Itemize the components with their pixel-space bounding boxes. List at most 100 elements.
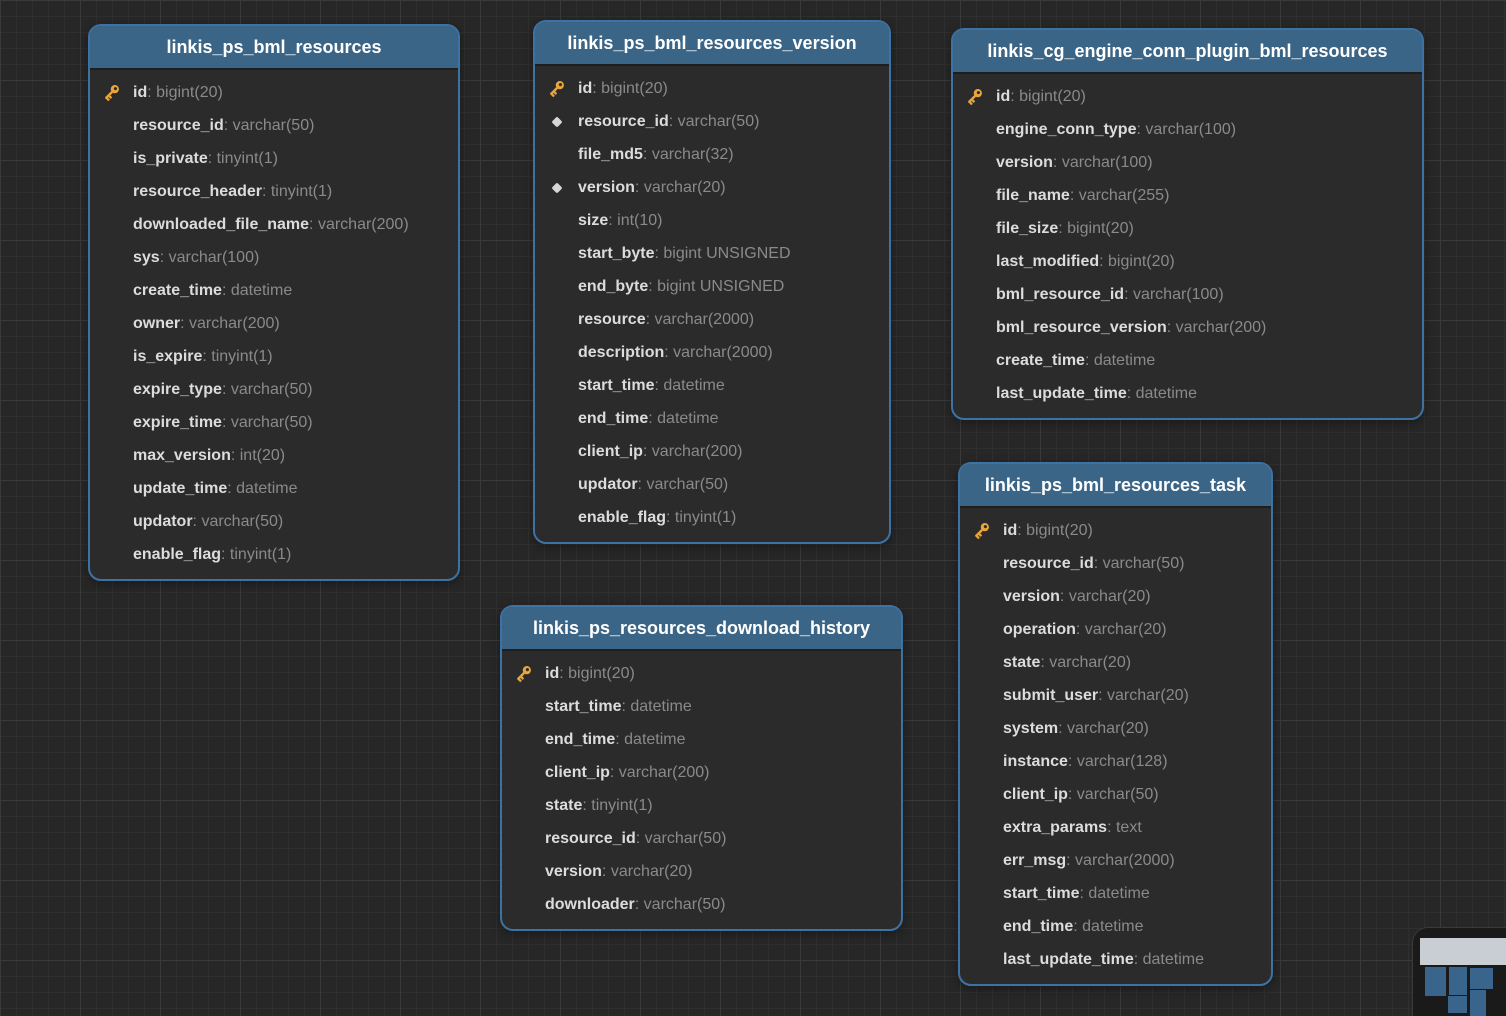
field-row-start_time[interactable]: start_time: datetime (960, 877, 1271, 910)
field-row-state[interactable]: state: varchar(20) (960, 646, 1271, 679)
field-row-operation[interactable]: operation: varchar(20) (960, 613, 1271, 646)
table-node-linkis_ps_resources_download_history[interactable]: linkis_ps_resources_download_history id: … (500, 605, 903, 931)
field-row-file_size[interactable]: file_size: bigint(20) (953, 212, 1422, 245)
diagram-canvas[interactable]: linkis_ps_bml_resourcesid: bigint(20)res… (0, 0, 1506, 1016)
field-type: : int(20) (231, 447, 285, 465)
field-name: end_time (545, 731, 615, 749)
field-row-downloaded_file_name[interactable]: downloaded_file_name: varchar(200) (90, 208, 458, 241)
field-row-id[interactable]: id: bigint(20) (502, 657, 901, 690)
field-row-id[interactable]: id: bigint(20) (535, 72, 889, 105)
field-row-instance[interactable]: instance: varchar(128) (960, 745, 1271, 778)
field-name: end_time (1003, 918, 1073, 936)
field-row-resource_id[interactable]: resource_id: varchar(50) (960, 547, 1271, 580)
field-row-max_version[interactable]: max_version: int(20) (90, 439, 458, 472)
field-row-client_ip[interactable]: client_ip: varchar(50) (960, 778, 1271, 811)
primary-key-icon (512, 663, 534, 685)
field-type: : varchar(20) (1098, 687, 1189, 705)
table-node-linkis_ps_bml_resources[interactable]: linkis_ps_bml_resourcesid: bigint(20)res… (88, 24, 460, 581)
field-row-updator[interactable]: updator: varchar(50) (90, 505, 458, 538)
field-type: : varchar(50) (222, 414, 313, 432)
field-row-resource_header[interactable]: resource_header: tinyint(1) (90, 175, 458, 208)
field-row-client_ip[interactable]: client_ip: varchar(200) (535, 435, 889, 468)
field-name: client_ip (578, 443, 643, 461)
table-node-linkis_cg_engine_conn_plugin_bml_resources[interactable]: linkis_cg_engine_conn_plugin_bml_resourc… (951, 28, 1424, 420)
field-row-end_time[interactable]: end_time: datetime (535, 402, 889, 435)
field-row-is_expire[interactable]: is_expire: tinyint(1) (90, 340, 458, 373)
field-name: downloader (545, 896, 635, 914)
field-row-expire_type[interactable]: expire_type: varchar(50) (90, 373, 458, 406)
field-name: start_time (545, 698, 621, 716)
field-row-create_time[interactable]: create_time: datetime (953, 344, 1422, 377)
field-row-version[interactable]: version: varchar(20) (960, 580, 1271, 613)
field-row-last_update_time[interactable]: last_update_time: datetime (953, 377, 1422, 410)
field-row-description[interactable]: description: varchar(2000) (535, 336, 889, 369)
field-row-resource_id[interactable]: resource_id: varchar(50) (90, 109, 458, 142)
field-row-client_ip[interactable]: client_ip: varchar(200) (502, 756, 901, 789)
field-row-bml_resource_id[interactable]: bml_resource_id: varchar(100) (953, 278, 1422, 311)
table-node-linkis_ps_bml_resources_task[interactable]: linkis_ps_bml_resources_task id: bigint(2… (958, 462, 1273, 986)
field-name: file_name (996, 187, 1070, 205)
field-row-file_name[interactable]: file_name: varchar(255) (953, 179, 1422, 212)
field-row-state[interactable]: state: tinyint(1) (502, 789, 901, 822)
table-node-linkis_ps_bml_resources_version[interactable]: linkis_ps_bml_resources_version id: bigin… (533, 20, 891, 544)
field-type: : varchar(50) (224, 117, 315, 135)
field-row-end_byte[interactable]: end_byte: bigint UNSIGNED (535, 270, 889, 303)
field-row-version[interactable]: version: varchar(20) (502, 855, 901, 888)
field-row-err_msg[interactable]: err_msg: varchar(2000) (960, 844, 1271, 877)
table-title[interactable]: linkis_ps_bml_resources (90, 26, 458, 70)
field-row-size[interactable]: size: int(10) (535, 204, 889, 237)
field-row-bml_resource_version[interactable]: bml_resource_version: varchar(200) (953, 311, 1422, 344)
field-row-engine_conn_type[interactable]: engine_conn_type: varchar(100) (953, 113, 1422, 146)
field-row-version[interactable]: version: varchar(100) (953, 146, 1422, 179)
field-name: start_time (578, 377, 654, 395)
field-row-enable_flag[interactable]: enable_flag: tinyint(1) (535, 501, 889, 534)
field-row-id[interactable]: id: bigint(20) (90, 76, 458, 109)
field-row-id[interactable]: id: bigint(20) (960, 514, 1271, 547)
field-row-last_update_time[interactable]: last_update_time: datetime (960, 943, 1271, 976)
field-name: start_time (1003, 885, 1079, 903)
table-title[interactable]: linkis_ps_bml_resources_task (960, 464, 1271, 508)
field-type: : varchar(50) (638, 476, 729, 494)
field-row-last_modified[interactable]: last_modified: bigint(20) (953, 245, 1422, 278)
minimap-viewport[interactable] (1420, 938, 1506, 965)
field-row-expire_time[interactable]: expire_time: varchar(50) (90, 406, 458, 439)
index-diamond-icon (550, 181, 564, 195)
field-row-start_time[interactable]: start_time: datetime (502, 690, 901, 723)
table-title[interactable]: linkis_cg_engine_conn_plugin_bml_resourc… (953, 30, 1422, 74)
field-row-is_private[interactable]: is_private: tinyint(1) (90, 142, 458, 175)
field-row-downloader[interactable]: downloader: varchar(50) (502, 888, 901, 921)
field-type: : varchar(200) (180, 315, 280, 333)
field-row-version[interactable]: version: varchar(20) (535, 171, 889, 204)
field-row-update_time[interactable]: update_time: datetime (90, 472, 458, 505)
field-row-updator[interactable]: updator: varchar(50) (535, 468, 889, 501)
field-row-submit_user[interactable]: submit_user: varchar(20) (960, 679, 1271, 712)
field-name: engine_conn_type (996, 121, 1136, 139)
field-row-resource_id[interactable]: resource_id: varchar(50) (535, 105, 889, 138)
field-row-system[interactable]: system: varchar(20) (960, 712, 1271, 745)
field-row-file_md5[interactable]: file_md5: varchar(32) (535, 138, 889, 171)
field-row-end_time[interactable]: end_time: datetime (502, 723, 901, 756)
field-row-resource[interactable]: resource: varchar(2000) (535, 303, 889, 336)
table-title[interactable]: linkis_ps_bml_resources_version (535, 22, 889, 66)
minimap[interactable] (1412, 927, 1506, 1016)
field-row-create_time[interactable]: create_time: datetime (90, 274, 458, 307)
field-row-extra_params[interactable]: extra_params: text (960, 811, 1271, 844)
field-type: : tinyint(1) (202, 348, 272, 366)
field-name: start_byte (578, 245, 654, 263)
field-row-id[interactable]: id: bigint(20) (953, 80, 1422, 113)
table-title[interactable]: linkis_ps_resources_download_history (502, 607, 901, 651)
field-row-sys[interactable]: sys: varchar(100) (90, 241, 458, 274)
field-name: last_update_time (996, 385, 1127, 403)
field-row-end_time[interactable]: end_time: datetime (960, 910, 1271, 943)
field-row-enable_flag[interactable]: enable_flag: tinyint(1) (90, 538, 458, 571)
field-type: : bigint UNSIGNED (648, 278, 784, 296)
field-row-start_byte[interactable]: start_byte: bigint UNSIGNED (535, 237, 889, 270)
field-name: resource_id (545, 830, 636, 848)
field-type: : varchar(200) (1167, 319, 1267, 337)
field-row-owner[interactable]: owner: varchar(200) (90, 307, 458, 340)
field-type: : varchar(20) (602, 863, 693, 881)
field-row-resource_id[interactable]: resource_id: varchar(50) (502, 822, 901, 855)
field-type: : datetime (1127, 385, 1197, 403)
field-type: : varchar(200) (643, 443, 743, 461)
field-row-start_time[interactable]: start_time: datetime (535, 369, 889, 402)
